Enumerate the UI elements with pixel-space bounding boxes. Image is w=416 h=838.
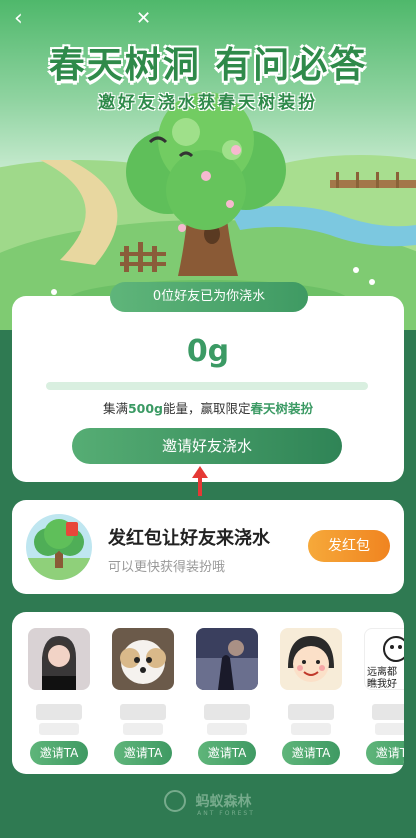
arrow-up-icon [192,466,208,496]
tree-avatar-icon [26,514,92,580]
friend-avatar[interactable] [196,628,258,690]
friend-avatar[interactable] [112,628,174,690]
back-icon[interactable]: ‹ [14,8,34,30]
friend-avatar[interactable] [28,628,90,690]
friend-name-blurred [204,704,250,720]
red-packet-card: 发红包让好友来浇水 可以更快获得装扮哦 发红包 [12,500,404,594]
red-packet-subtitle: 可以更快获得装扮哦 [108,560,226,575]
invite-friends-water-button[interactable]: 邀请好友浇水 [72,428,342,464]
friend-item: 邀请TA [108,628,178,765]
note-prefix: 集满 [102,401,128,416]
page-subtitle: 邀好友浇水获春天树装扮 [98,93,318,113]
friend-name-blurred [291,723,331,735]
invite-ta-button[interactable]: 邀请TA [114,741,172,765]
invite-ta-button[interactable]: 邀请TA [30,741,88,765]
energy-grams: 0g [186,334,230,369]
brand-name: 蚂蚁森林 [195,794,252,810]
friend-item: 邀请TA [24,628,94,765]
meme-caption-line-2: 瞧我好 [367,677,397,690]
top-bar: ‹ ✕ [0,6,416,32]
energy-goal-note: 集满500g能量，赢取限定春天树装扮 [12,398,404,417]
note-amount: 500g [127,401,164,416]
meme-caption-line-1: 远离都 [367,665,397,678]
red-packet-title: 发红包让好友来浇水 [108,528,270,549]
ant-forest-logo: 蚂蚁森林 ANT FOREST [0,790,416,817]
hero-banner: ‹ ✕ 春天树洞 有问必答 邀好友浇水获春天树装扮 [0,0,416,330]
watering-card: 0位好友已为你浇水 0g 集满500g能量，赢取限定春天树装扮 邀请好友浇水 [12,282,404,482]
note-reward: 春天树装扮 [250,401,314,416]
brand-name-en: ANT FOREST [197,810,255,817]
friends-watered-badge: 0位好友已为你浇水 [110,282,308,312]
invite-ta-button[interactable]: 邀请TA [198,741,256,765]
friend-name-blurred [207,723,247,735]
friend-avatar[interactable] [280,628,342,690]
friends-card: 邀请TA 邀请TA 邀请TA 邀请TA 远离都 瞧我好 邀请T [12,612,404,774]
friend-name-blurred [123,723,163,735]
friend-name-blurred [36,704,82,720]
energy-progress-bar [46,382,368,390]
friend-item: 远离都 瞧我好 邀请TA [360,628,404,765]
friend-name-blurred [288,704,334,720]
friend-item: 邀请TA [276,628,346,765]
friend-name-blurred [39,723,79,735]
friend-avatar[interactable]: 远离都 瞧我好 [364,628,404,690]
page-title: 春天树洞 有问必答 [48,45,368,86]
friend-name-blurred [372,704,404,720]
close-icon[interactable]: ✕ [136,8,156,30]
friend-item: 邀请TA [192,628,262,765]
invite-ta-button[interactable]: 邀请TA [282,741,340,765]
friend-name-blurred [375,723,404,735]
friend-name-blurred [120,704,166,720]
send-red-packet-button[interactable]: 发红包 [308,530,390,562]
note-middle: 能量，赢取限定 [163,401,251,416]
invite-ta-button[interactable]: 邀请TA [366,741,404,765]
ant-forest-logo-icon [164,790,187,812]
